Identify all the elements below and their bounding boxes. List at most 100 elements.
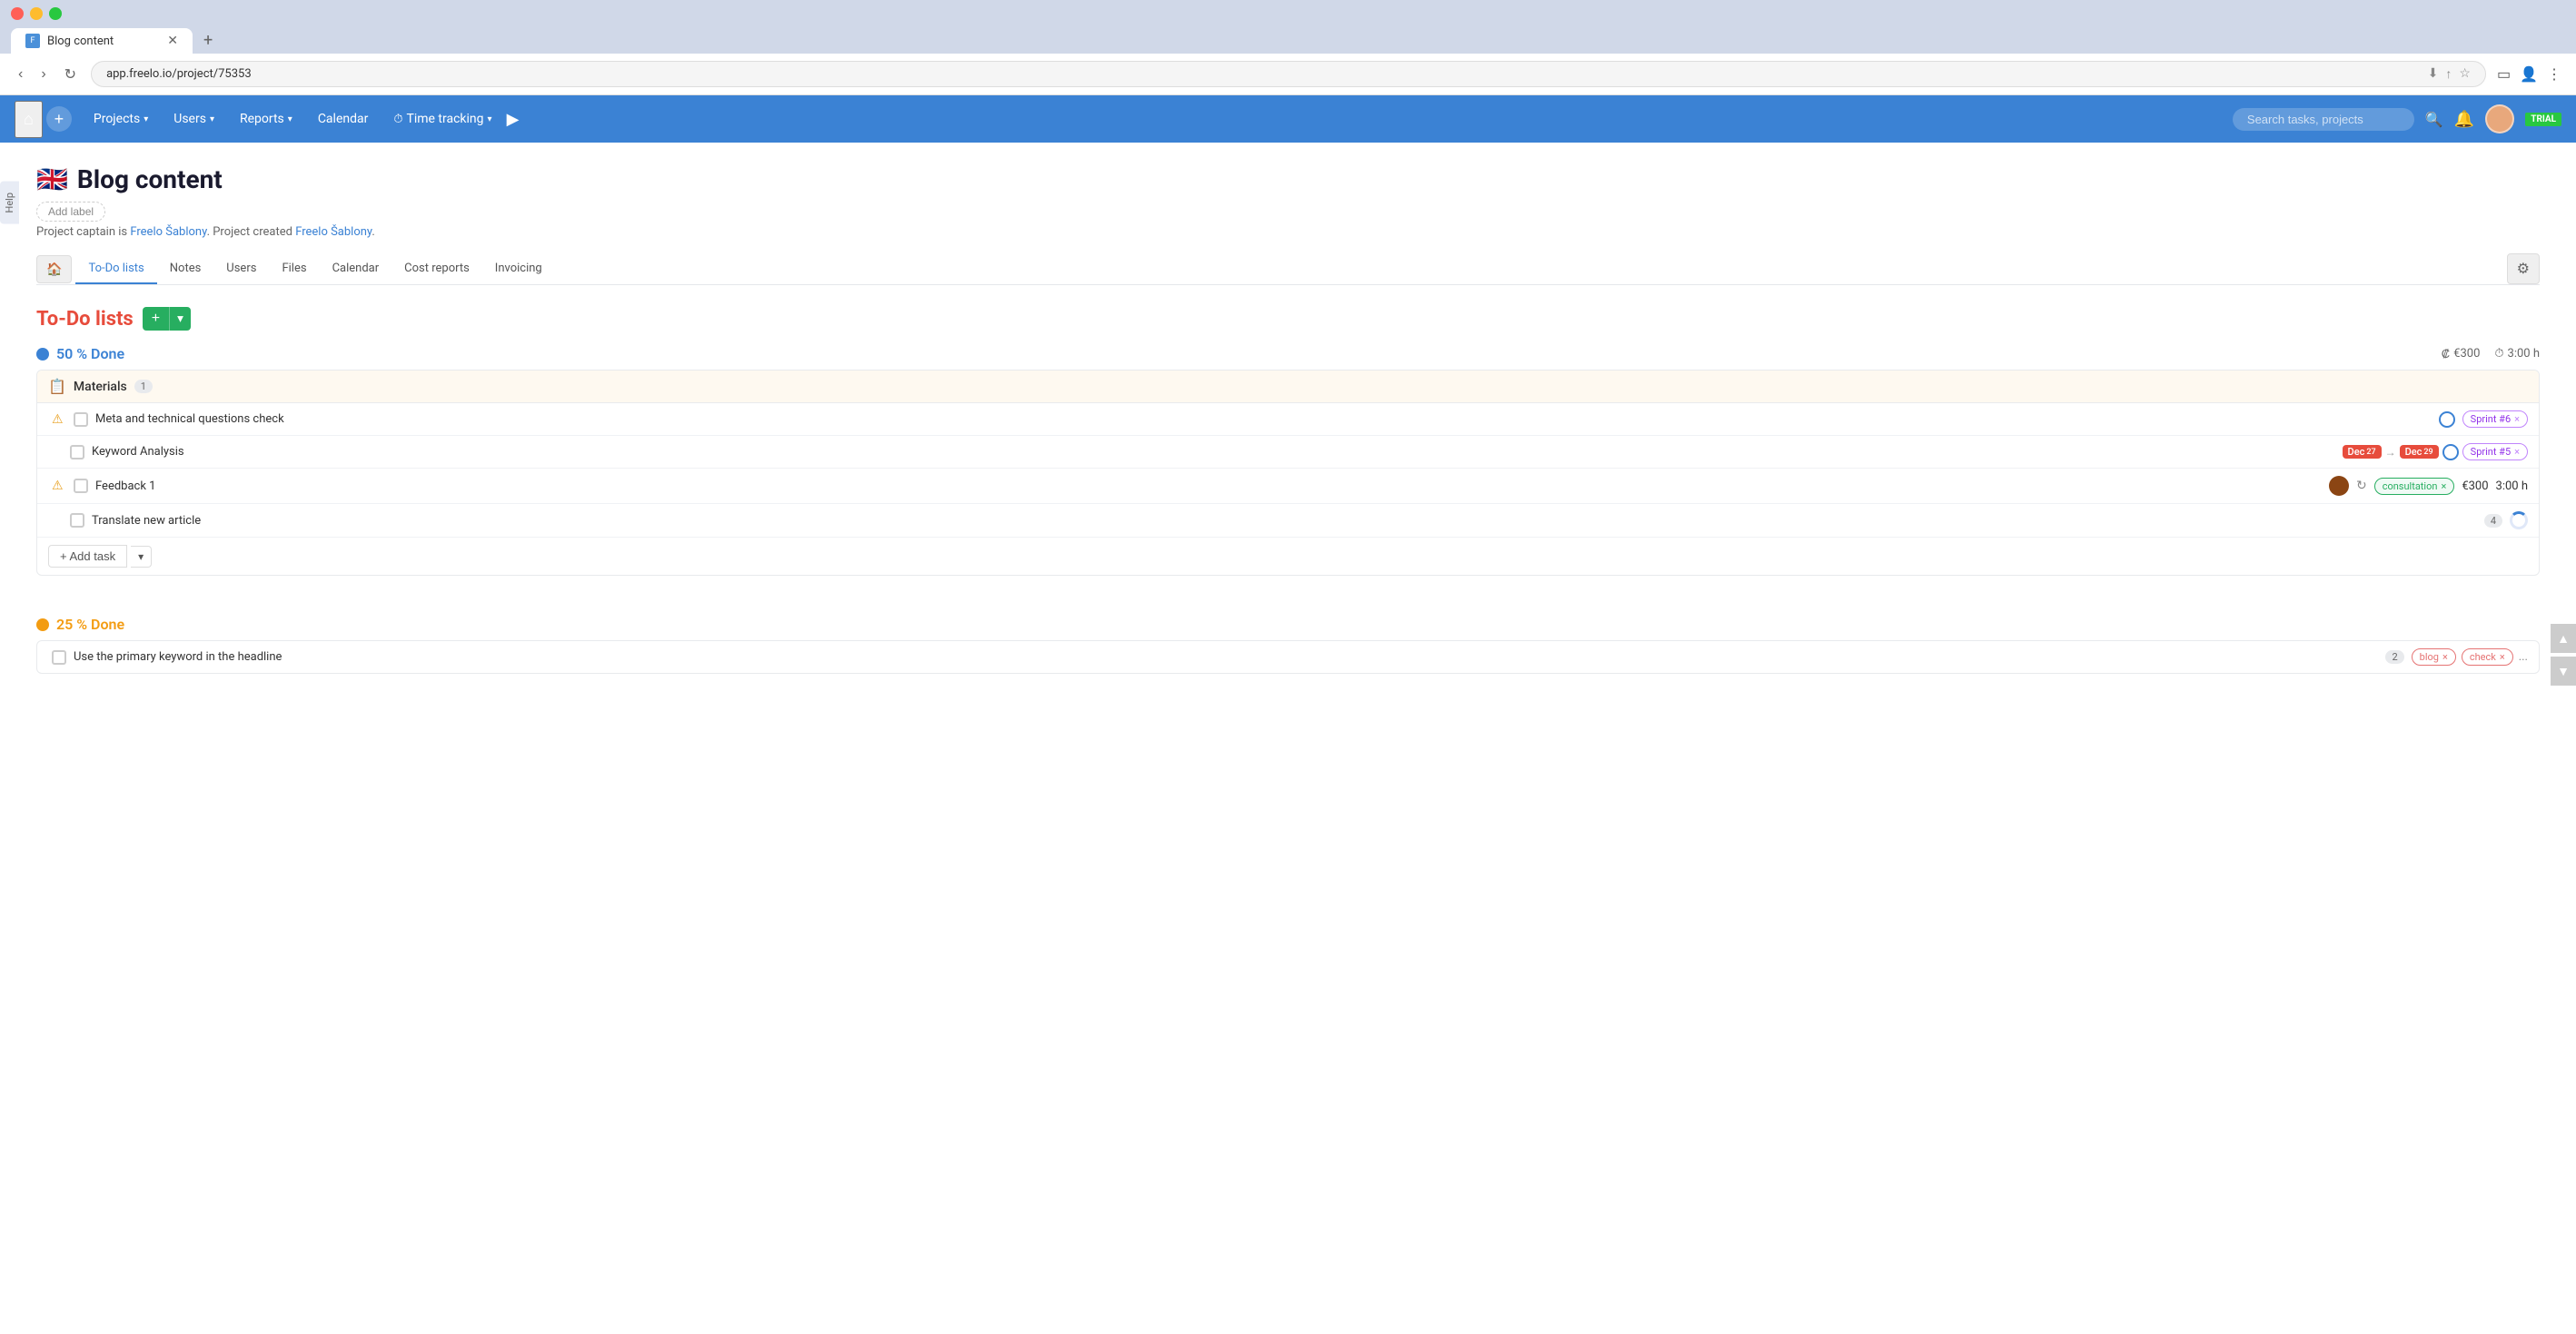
add-label-button[interactable]: Add label	[36, 202, 105, 222]
sprint-badge[interactable]: Sprint #6 ×	[2462, 410, 2528, 428]
list2-title[interactable]: 25 % Done	[56, 616, 124, 633]
scroll-up-button[interactable]: ▲	[2551, 624, 2576, 653]
more-tags-button[interactable]: ...	[2519, 650, 2528, 664]
task-group-list2: Use the primary keyword in the headline …	[36, 640, 2540, 674]
table-row: Translate new article 4	[37, 504, 2539, 538]
captain-link[interactable]: Freelo Šablony	[130, 225, 206, 239]
maximize-dot[interactable]	[49, 7, 62, 20]
scroll-down-button[interactable]: ▼	[2551, 657, 2576, 686]
blog-tag[interactable]: blog ×	[2412, 648, 2456, 666]
task-price: €300	[2462, 479, 2488, 493]
sprint-badge[interactable]: Sprint #5 ×	[2462, 443, 2528, 460]
task-name[interactable]: Translate new article	[92, 514, 2477, 528]
search-input[interactable]	[2233, 108, 2414, 131]
list-title[interactable]: 50 % Done	[56, 345, 124, 362]
address-bar[interactable]: app.freelo.io/project/75353 ⬇ ↑ ☆	[91, 61, 2486, 87]
settings-button[interactable]: ⚙	[2507, 253, 2540, 284]
add-task-button[interactable]: + Add task	[48, 545, 127, 568]
task-checkbox[interactable]	[74, 412, 88, 427]
nav-projects[interactable]: Projects ▾	[83, 106, 159, 132]
task-checkbox[interactable]	[74, 479, 88, 493]
task-status-circle[interactable]	[2439, 411, 2455, 428]
profile-icon[interactable]: 👤	[2520, 65, 2538, 83]
task-status-spinner	[2510, 511, 2528, 529]
help-sidebar[interactable]: Help	[0, 182, 19, 224]
add-button[interactable]: +	[46, 106, 72, 132]
tab-cost-reports[interactable]: Cost reports	[391, 254, 482, 284]
check-tag[interactable]: check ×	[2462, 648, 2513, 666]
task-name[interactable]: Use the primary keyword in the headline	[74, 650, 2378, 664]
browser-tab[interactable]: F Blog content ✕	[11, 28, 193, 54]
tab-invoicing[interactable]: Invoicing	[482, 254, 555, 284]
tabs-row: 🏠 To-Do lists Notes Users Files Calendar…	[36, 253, 2540, 285]
reports-chevron-icon: ▾	[288, 114, 292, 124]
tab-users[interactable]: Users	[213, 254, 269, 284]
add-task-dropdown-button[interactable]: ▾	[131, 546, 152, 568]
task-checkbox[interactable]	[70, 513, 84, 528]
tab-notes[interactable]: Notes	[157, 254, 214, 284]
users-chevron-icon: ▾	[210, 114, 214, 124]
task-count: 2	[2385, 650, 2403, 664]
tab-files[interactable]: Files	[269, 254, 319, 284]
tab-title: Blog content	[47, 35, 114, 48]
close-dot[interactable]	[11, 7, 24, 20]
search-icon[interactable]: 🔍	[2425, 111, 2443, 128]
blog-tag-close-icon[interactable]: ×	[2442, 651, 2448, 663]
table-row: ⚠ Meta and technical questions check Spr…	[37, 403, 2539, 436]
user-avatar[interactable]	[2485, 104, 2514, 133]
split-view-icon[interactable]: ▭	[2497, 65, 2511, 83]
todo-section-header: To-Do lists + ▾	[36, 307, 2540, 331]
add-list-button[interactable]: +	[143, 307, 169, 331]
project-header: 🇬🇧 Blog content Add label Project captai…	[36, 164, 2540, 239]
sprint-close-icon[interactable]: ×	[2514, 446, 2520, 458]
nav-calendar[interactable]: Calendar	[307, 106, 380, 132]
tab-home[interactable]: 🏠	[36, 255, 72, 283]
new-tab-button[interactable]: +	[196, 27, 220, 54]
forward-button[interactable]: ›	[37, 63, 49, 86]
tab-calendar[interactable]: Calendar	[320, 254, 392, 284]
play-button[interactable]: ▶	[507, 110, 520, 129]
warning-icon: ⚠	[52, 479, 66, 493]
list-cost: €300	[2453, 347, 2480, 361]
reload-button[interactable]: ↻	[61, 62, 80, 87]
tag-close-icon[interactable]: ×	[2441, 480, 2446, 492]
task-name[interactable]: Feedback 1	[95, 479, 2322, 493]
list-meta: ₡ €300 ⏱ 3:00 h	[2442, 347, 2540, 361]
table-row: ⚠ Feedback 1 ↻ consultation × €300 3:00 …	[37, 469, 2539, 504]
nav-reports[interactable]: Reports ▾	[229, 106, 303, 132]
table-row: Use the primary keyword in the headline …	[37, 641, 2539, 673]
list-time: 3:00 h	[2508, 347, 2540, 361]
list-25-done: 25 % Done Use the primary keyword in the…	[36, 616, 2540, 674]
extensions-icon[interactable]: ⋮	[2547, 65, 2561, 83]
list-50-done: 50 % Done ₡ €300 ⏱ 3:00 h 📋 Materials 1	[36, 345, 2540, 576]
home-button[interactable]: ⌂	[15, 101, 43, 138]
nav-time-tracking[interactable]: ⏱ Time tracking ▾	[382, 106, 502, 132]
task-group-count: 1	[134, 380, 153, 393]
sprint-close-icon[interactable]: ×	[2514, 413, 2520, 425]
tab-close-button[interactable]: ✕	[167, 34, 178, 48]
task-group-materials: 📋 Materials 1 ⚠ Meta and technical quest…	[36, 370, 2540, 576]
add-list-dropdown-button[interactable]: ▾	[169, 307, 191, 331]
task-name[interactable]: Meta and technical questions check	[95, 412, 2432, 426]
minimize-dot[interactable]	[30, 7, 43, 20]
back-button[interactable]: ‹	[15, 63, 26, 86]
task-checkbox[interactable]	[70, 445, 84, 459]
app-nav: ⌂ + Projects ▾ Users ▾ Reports ▾ Calenda…	[0, 95, 2576, 143]
repeat-icon[interactable]: ↻	[2356, 479, 2367, 493]
task-name[interactable]: Keyword Analysis	[92, 445, 2335, 459]
task-checkbox[interactable]	[52, 650, 66, 665]
check-tag-close-icon[interactable]: ×	[2500, 651, 2505, 663]
consultation-tag[interactable]: consultation ×	[2374, 478, 2455, 495]
task-time: 3:00 h	[2496, 479, 2528, 493]
tab-icon: F	[25, 34, 40, 48]
task-status-circle[interactable]	[2442, 444, 2459, 460]
download-icon[interactable]: ⬇	[2428, 66, 2439, 82]
time-tracking-chevron-icon: ▾	[488, 114, 492, 124]
created-link[interactable]: Freelo Šablony	[295, 225, 372, 239]
tab-todo-lists[interactable]: To-Do lists	[75, 254, 156, 284]
share-icon[interactable]: ↑	[2445, 66, 2452, 82]
nav-users[interactable]: Users ▾	[163, 106, 225, 132]
todo-section-title: To-Do lists	[36, 308, 134, 331]
notifications-icon[interactable]: 🔔	[2454, 110, 2474, 129]
bookmark-icon[interactable]: ☆	[2459, 66, 2471, 82]
